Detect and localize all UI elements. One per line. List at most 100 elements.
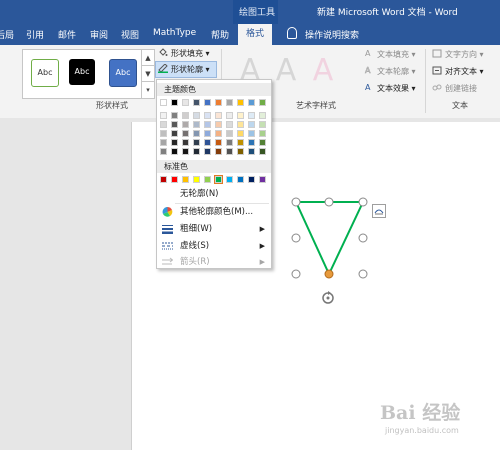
- theme-color-shade-swatch[interactable]: [226, 112, 233, 119]
- theme-color-shade-swatch[interactable]: [204, 121, 211, 128]
- dash-style-icon: [162, 241, 173, 251]
- no-outline-item[interactable]: 无轮廓(N): [157, 186, 271, 202]
- theme-color-shade-swatch[interactable]: [204, 112, 211, 119]
- theme-color-shade-swatch[interactable]: [193, 130, 200, 137]
- theme-color-shade-swatch[interactable]: [215, 139, 222, 146]
- standard-color-swatch[interactable]: [160, 176, 167, 183]
- standard-color-swatch[interactable]: [204, 176, 211, 183]
- theme-color-shade-swatch[interactable]: [226, 121, 233, 128]
- theme-color-shade-swatch[interactable]: [204, 139, 211, 146]
- standard-colors-header: 标准色: [157, 160, 271, 173]
- theme-color-shade-swatch[interactable]: [248, 139, 255, 146]
- theme-color-shade-swatch[interactable]: [160, 139, 167, 146]
- weight-item[interactable]: 粗细(W) ▶: [157, 221, 271, 237]
- theme-color-shade-swatch[interactable]: [193, 139, 200, 146]
- standard-color-swatch[interactable]: [171, 176, 178, 183]
- theme-color-shade-swatch[interactable]: [226, 139, 233, 146]
- theme-color-shade-swatch[interactable]: [215, 121, 222, 128]
- theme-color-swatch[interactable]: [248, 99, 255, 106]
- theme-color-shade-swatch[interactable]: [259, 139, 266, 146]
- standard-color-swatch[interactable]: [182, 176, 189, 183]
- resize-handle-top-right[interactable]: [358, 197, 368, 207]
- theme-color-shade-swatch[interactable]: [237, 121, 244, 128]
- theme-color-shade-swatch[interactable]: [215, 130, 222, 137]
- submenu-arrow-icon: ▶: [259, 258, 265, 266]
- theme-color-shade-swatch[interactable]: [215, 112, 222, 119]
- submenu-arrow-icon: ▶: [259, 225, 265, 233]
- theme-color-shade-swatch[interactable]: [237, 148, 244, 155]
- resize-handle-bottom[interactable]: [324, 269, 334, 279]
- theme-color-shade-swatch[interactable]: [226, 130, 233, 137]
- theme-color-shade-swatch[interactable]: [171, 121, 178, 128]
- submenu-arrow-icon: ▶: [259, 242, 265, 250]
- theme-color-swatch[interactable]: [171, 99, 178, 106]
- theme-color-swatch[interactable]: [193, 99, 200, 106]
- standard-color-swatch[interactable]: [226, 176, 233, 183]
- baidu-jingyan-watermark: Bai 经验: [380, 402, 461, 424]
- theme-color-shade-swatch[interactable]: [237, 130, 244, 137]
- theme-color-shade-swatch[interactable]: [182, 139, 189, 146]
- standard-color-swatch[interactable]: [237, 176, 244, 183]
- arrows-item[interactable]: 箭头(R) ▶: [157, 254, 271, 270]
- theme-color-shade-swatch[interactable]: [171, 112, 178, 119]
- theme-color-shade-swatch[interactable]: [248, 130, 255, 137]
- theme-color-swatch[interactable]: [226, 99, 233, 106]
- theme-color-shade-swatch[interactable]: [259, 148, 266, 155]
- theme-color-swatch[interactable]: [237, 99, 244, 106]
- theme-color-shade-swatch[interactable]: [160, 112, 167, 119]
- standard-color-swatch[interactable]: [193, 176, 200, 183]
- theme-color-shade-swatch[interactable]: [204, 130, 211, 137]
- theme-color-shade-swatch[interactable]: [204, 148, 211, 155]
- theme-color-shade-swatch[interactable]: [248, 121, 255, 128]
- resize-handle-left[interactable]: [291, 233, 301, 243]
- standard-color-swatch[interactable]: [259, 176, 266, 183]
- theme-color-swatch[interactable]: [215, 99, 222, 106]
- theme-color-shade-swatch[interactable]: [182, 112, 189, 119]
- theme-color-shade-swatch[interactable]: [259, 130, 266, 137]
- theme-color-shade-swatch[interactable]: [215, 148, 222, 155]
- layout-options-icon[interactable]: [372, 204, 386, 218]
- theme-color-swatch[interactable]: [204, 99, 211, 106]
- theme-color-shade-swatch[interactable]: [160, 148, 167, 155]
- watermark-url: jingyan.baidu.com: [385, 426, 459, 435]
- theme-color-shade-swatch[interactable]: [171, 148, 178, 155]
- inverted-triangle-shape[interactable]: [294, 201, 365, 277]
- resize-handle-top-left[interactable]: [291, 197, 301, 207]
- resize-handle-bottom-right[interactable]: [358, 269, 368, 279]
- theme-color-shade-swatch[interactable]: [182, 130, 189, 137]
- theme-color-shade-swatch[interactable]: [193, 112, 200, 119]
- resize-handle-top[interactable]: [324, 197, 334, 207]
- theme-color-shade-swatch[interactable]: [171, 139, 178, 146]
- color-wheel-icon: [162, 207, 173, 217]
- theme-color-shade-swatch[interactable]: [248, 148, 255, 155]
- theme-color-shade-swatch[interactable]: [182, 148, 189, 155]
- theme-color-shade-swatch[interactable]: [259, 121, 266, 128]
- resize-handle-right[interactable]: [358, 233, 368, 243]
- rotate-handle-icon[interactable]: [320, 290, 336, 306]
- theme-color-shade-swatch[interactable]: [171, 130, 178, 137]
- theme-color-shade-swatch[interactable]: [160, 121, 167, 128]
- theme-color-swatch[interactable]: [259, 99, 266, 106]
- theme-color-swatch[interactable]: [182, 99, 189, 106]
- more-outline-colors-item[interactable]: 其他轮廓颜色(M)...: [157, 204, 271, 220]
- standard-color-swatch[interactable]: [248, 176, 255, 183]
- theme-color-shade-swatch[interactable]: [248, 112, 255, 119]
- theme-color-shade-swatch[interactable]: [237, 139, 244, 146]
- weight-label: 粗细(W): [180, 224, 213, 234]
- shape-outline-dropdown: 主题颜色 标准色 无轮廓(N) 其他轮廓颜色(M)... 粗细(W) ▶ 虚线(…: [156, 79, 272, 269]
- theme-color-shade-swatch[interactable]: [193, 121, 200, 128]
- theme-color-shade-swatch[interactable]: [237, 112, 244, 119]
- theme-color-shade-swatch[interactable]: [160, 130, 167, 137]
- theme-color-shade-swatch[interactable]: [259, 112, 266, 119]
- standard-color-swatch[interactable]: [214, 175, 223, 184]
- arrow-style-icon: [162, 257, 174, 267]
- theme-color-swatch[interactable]: [160, 99, 167, 106]
- selection-handles: [291, 197, 368, 279]
- theme-colors-header: 主题颜色: [157, 83, 271, 96]
- dashes-item[interactable]: 虚线(S) ▶: [157, 238, 271, 254]
- theme-color-shade-swatch[interactable]: [226, 148, 233, 155]
- more-outline-colors-label: 其他轮廓颜色(M)...: [180, 207, 254, 217]
- resize-handle-bottom-left[interactable]: [291, 269, 301, 279]
- theme-color-shade-swatch[interactable]: [193, 148, 200, 155]
- theme-color-shade-swatch[interactable]: [182, 121, 189, 128]
